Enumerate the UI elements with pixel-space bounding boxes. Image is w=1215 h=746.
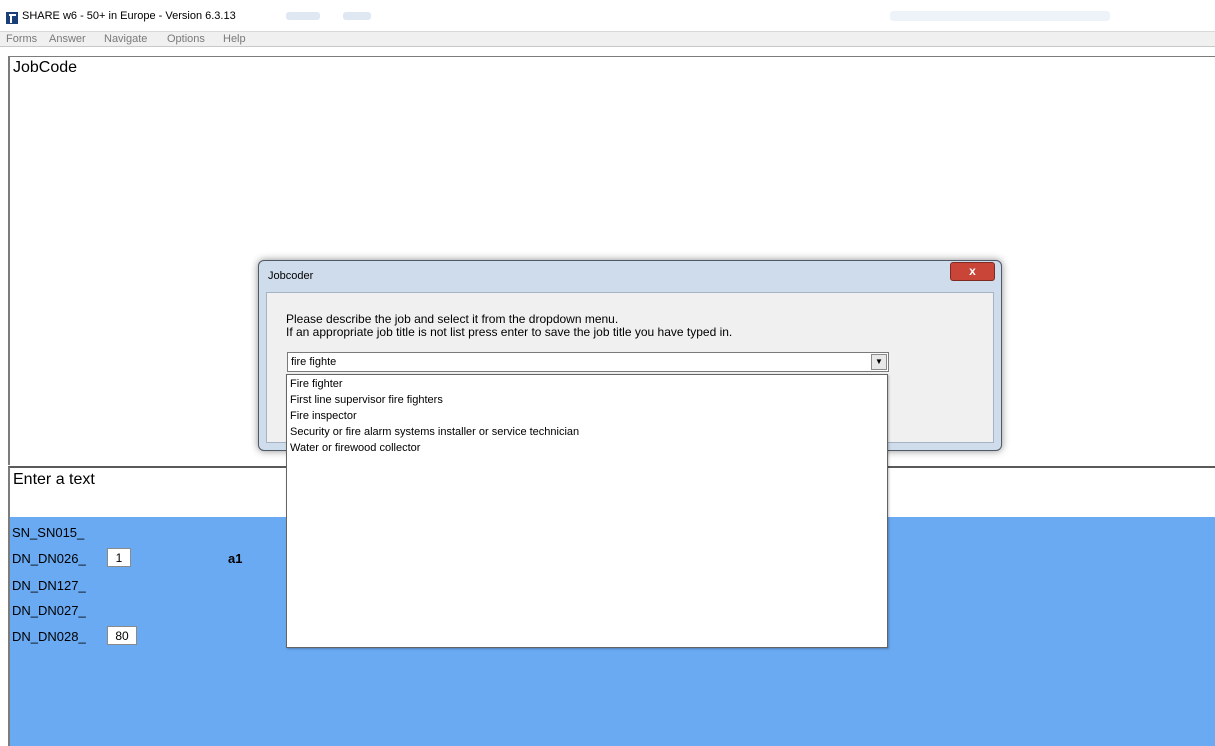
field-name[interactable]: DN_DN127_ (12, 578, 86, 593)
dropdown-option[interactable]: Security or fire alarm systems installer… (290, 426, 579, 438)
menu-help[interactable]: Help (223, 33, 246, 45)
window-title: SHARE w6 - 50+ in Europe - Version 6.3.1… (22, 10, 236, 22)
hint-label: Enter a text (13, 471, 95, 488)
menu-navigate[interactable]: Navigate (104, 33, 147, 45)
field-value[interactable]: 1 (107, 548, 131, 567)
job-title-combobox[interactable]: fire fighte ▼ (287, 352, 889, 372)
dialog-title: Jobcoder (268, 270, 314, 282)
field-name[interactable]: DN_DN027_ (12, 603, 86, 618)
redacted-title-text (890, 11, 1110, 21)
dropdown-option[interactable]: Water or firewood collector (290, 442, 420, 454)
menu-bar: Forms Answer Navigate Options Help (0, 31, 1215, 47)
close-button[interactable]: x (950, 262, 995, 281)
field-answer-code: a1 (228, 551, 243, 566)
redacted-title-text (286, 12, 320, 20)
menu-options[interactable]: Options (167, 33, 205, 45)
app-logo-icon (6, 12, 18, 24)
close-icon: x (969, 264, 976, 278)
instruction-text: Please describe the job and select it fr… (286, 312, 619, 326)
question-label: JobCode (13, 59, 78, 76)
field-value[interactable]: 80 (107, 626, 137, 645)
chevron-down-icon[interactable]: ▼ (871, 354, 887, 370)
dropdown-option[interactable]: First line supervisor fire fighters (290, 394, 443, 406)
application-window: SHARE w6 - 50+ in Europe - Version 6.3.1… (0, 0, 1215, 746)
menu-forms[interactable]: Forms (6, 33, 37, 45)
dropdown-option[interactable]: Fire fighter (290, 378, 343, 390)
field-name[interactable]: DN_DN028_ (12, 629, 86, 644)
job-title-dropdown-list: Fire fighter First line supervisor fire … (286, 374, 888, 648)
redacted-title-text (343, 12, 371, 20)
menu-answer[interactable]: Answer (49, 33, 86, 45)
instruction-text: If an appropriate job title is not list … (286, 325, 733, 339)
title-bar: SHARE w6 - 50+ in Europe - Version 6.3.1… (0, 0, 1215, 31)
field-name[interactable]: SN_SN015_ (12, 525, 84, 540)
dropdown-option[interactable]: Fire inspector (290, 410, 357, 422)
field-name[interactable]: DN_DN026_ (12, 551, 86, 566)
job-title-input[interactable]: fire fighte (291, 356, 336, 368)
